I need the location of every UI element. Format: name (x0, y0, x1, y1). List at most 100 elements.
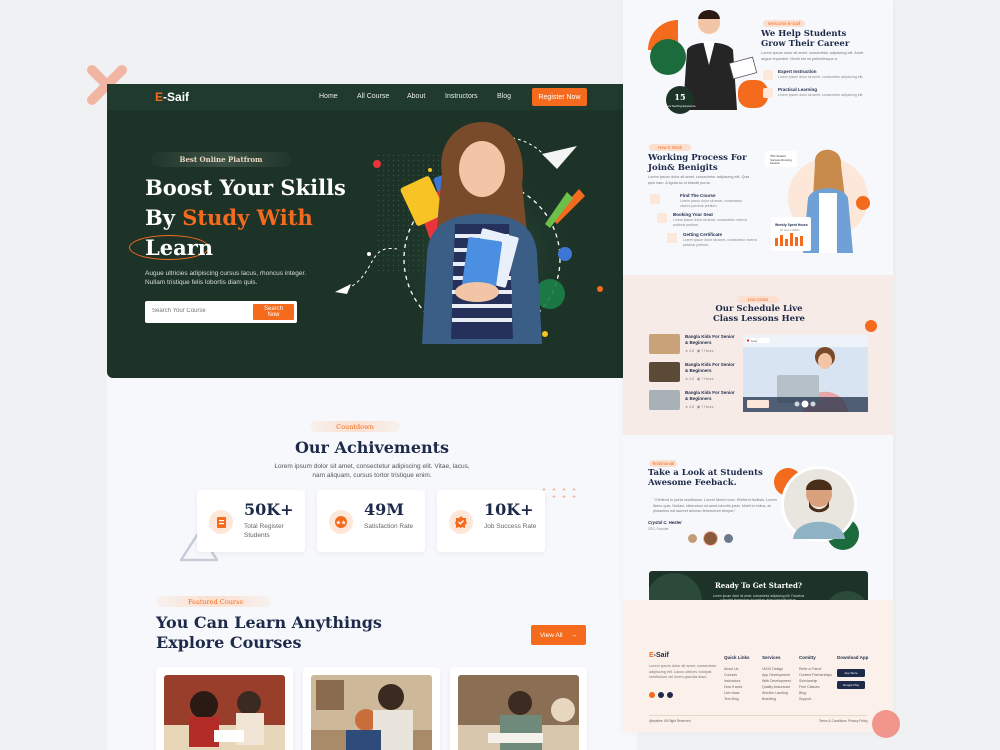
stat-value: 50K+ (244, 500, 294, 519)
years-label: Years Teaching Experience (664, 104, 696, 108)
schedule-thumb (649, 390, 680, 410)
decorative-dots (539, 486, 579, 500)
decorative-dot (865, 320, 877, 332)
top-navbar: E-Saif Home All Course About Instructors… (107, 84, 637, 110)
twitter-icon[interactable] (667, 692, 673, 698)
instagram-icon[interactable] (658, 692, 664, 698)
avatar[interactable] (688, 534, 697, 543)
work-pill: How It Work (649, 144, 691, 151)
work-description: Lorem ipsum dolor sit amet, consectetur … (648, 175, 750, 185)
hero-headline-2: By Study With (145, 205, 313, 230)
schedule-title[interactable]: Bangla Kids For Senior & Beginners (685, 334, 735, 346)
footer-link[interactable]: Branding (762, 697, 776, 701)
live-title: Our Schedule Live Class Lessons Here (713, 304, 805, 324)
course-card[interactable] (303, 667, 440, 750)
nav-about[interactable]: About (407, 93, 425, 100)
footer-logo[interactable]: E-Saif (649, 652, 669, 659)
work-title: Working Process For Join& Benigits (648, 153, 747, 173)
footer-link[interactable]: About Us (724, 667, 738, 671)
stat-label: Satisfaction Rate (364, 523, 414, 530)
search-button[interactable]: Search Now (253, 304, 294, 320)
achievements-title: Our Achivements (294, 438, 450, 457)
footer-link[interactable]: Free Classes (799, 685, 820, 689)
footer-link[interactable]: Instructors (724, 679, 740, 683)
landing-page-right: 15 Years Teaching Experience Welcome E-S… (623, 0, 893, 732)
help-title: We Help Students Grow Their Career (761, 29, 850, 49)
footer-link[interactable]: Content Partnerships (799, 673, 832, 677)
avatar-active[interactable] (703, 531, 718, 546)
search-input[interactable] (152, 308, 242, 314)
nav-all-course[interactable]: All Course (357, 93, 389, 100)
schedule-meta: ★ 4.8 ▣ 7 Hours (685, 349, 714, 353)
stat-card-students: 50K+ Total Register Students (197, 490, 305, 552)
schedule-title[interactable]: Bangla Kids For Senior & Beginners (685, 362, 735, 374)
footer-link[interactable]: How It work (724, 685, 742, 689)
students-icon (209, 510, 233, 534)
course-card[interactable] (156, 667, 293, 750)
terms-link[interactable]: Terms & Conditions (819, 719, 847, 723)
help-item-title: Practical Learning (778, 87, 818, 92)
hero-headline-3: Learn (145, 235, 214, 260)
footer-col-heading: Services (762, 655, 781, 660)
google-play-button[interactable]: Google Play (837, 681, 865, 689)
logo[interactable]: E-Saif (155, 90, 189, 104)
countdown-pill: Countdown (310, 421, 400, 432)
register-button[interactable]: Register Now (532, 88, 587, 106)
hero-student-illustration (335, 122, 603, 349)
help-description: Lorem ipsum dolor sit amet, consectetur … (761, 51, 864, 61)
view-all-button[interactable]: View All → (531, 625, 586, 645)
footer-link[interactable]: Quality Assurance (762, 685, 790, 689)
live-class-video[interactable] (743, 335, 868, 412)
help-pill: Welcome E-Saif (763, 20, 805, 27)
landing-page-left: E-Saif Home All Course About Instructors… (107, 84, 637, 750)
footer-link[interactable]: Web Development (762, 679, 791, 683)
help-item-title: Expert Instruction (778, 69, 817, 74)
facebook-icon[interactable] (649, 692, 655, 698)
courses-title-2: Explore Courses (156, 633, 302, 652)
schedule-meta: ★ 4.8 ▣ 7 Hours (685, 405, 714, 409)
spent-hours-label: Weekly Spent Hours (775, 223, 808, 227)
nav-blog[interactable]: Blog (497, 93, 511, 100)
app-store-button[interactable]: App Store (837, 669, 865, 677)
footer-description: Lorem ipsum dolor sit amet, consectetur … (649, 664, 717, 680)
footer-link[interactable]: Blog (799, 691, 806, 695)
footer-link[interactable]: Scholarship (799, 679, 817, 683)
footer-col-heading: Comitty (799, 655, 816, 660)
avatar[interactable] (724, 534, 733, 543)
work-item-desc: Lorem ipsum dolor sit amet, consectetur … (673, 218, 747, 227)
work-item-title: Find The Course (680, 193, 716, 198)
schedule-thumb (649, 362, 680, 382)
help-item-desc: Lorem ipsum dolor sit amet, consectetur … (778, 75, 864, 79)
course-photo (311, 675, 432, 750)
svg-text:★★: ★★ (336, 520, 347, 527)
booking-icon (657, 213, 667, 223)
footer-col-heading: Quick Links (724, 655, 750, 660)
footer-link[interactable]: UI/UX Design (762, 667, 783, 671)
expert-icon (763, 70, 773, 80)
live-pill: Live Class (737, 296, 779, 303)
stat-label: Total Register Students (244, 523, 284, 540)
nav-home[interactable]: Home (319, 93, 338, 100)
nav-instructors[interactable]: Instructors (445, 93, 478, 100)
schedule-title[interactable]: Bangla Kids For Senior & Beginners (685, 390, 735, 402)
privacy-link[interactable]: Privacy Policy (848, 719, 868, 723)
schedule-thumb (649, 334, 680, 354)
decorative-circle (872, 710, 900, 738)
footer-link[interactable]: Tem Blog (724, 697, 739, 701)
footer-link[interactable]: Live class (724, 691, 739, 695)
footer-link[interactable]: App Development (762, 673, 790, 677)
find-course-icon (650, 194, 660, 204)
testimonial-name: Crystal C. Hester (648, 520, 682, 525)
courses-title-1: You Can Learn Anythings (156, 613, 382, 632)
footer-link[interactable]: Refer a Friend (799, 667, 821, 671)
arrow-right-icon: → (570, 631, 578, 639)
stat-card-job-success: 10K+ Job Success Rate (437, 490, 545, 552)
footer-link[interactable]: Support (799, 697, 811, 701)
footer-link[interactable]: Courses (724, 673, 737, 677)
work-item-desc: Lorem ipsum dolor sit amet, consectetur … (680, 199, 743, 208)
live-tag: Live (751, 338, 757, 343)
course-card[interactable] (450, 667, 587, 750)
stat-label: Job Success Rate (484, 523, 537, 530)
footer-link[interactable]: Wordfor Landing (762, 691, 788, 695)
stat-card-satisfaction: ★★ 49M Satisfaction Rate (317, 490, 425, 552)
